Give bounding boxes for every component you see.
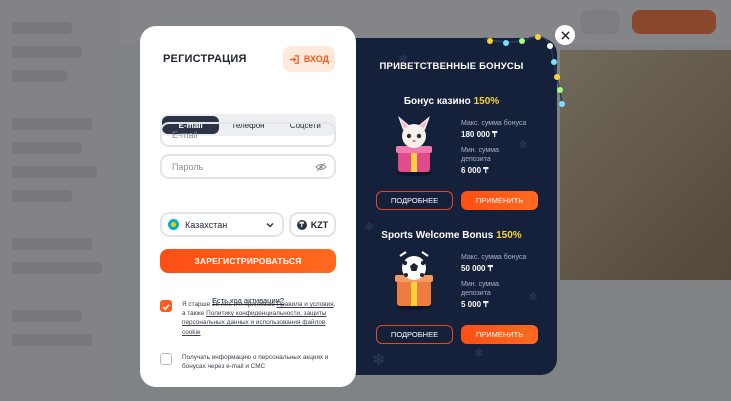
kazakhstan-flag-icon <box>168 219 179 230</box>
casino-bonus-apply-button[interactable]: ПРИМЕНИТЬ <box>461 191 538 210</box>
eye-off-icon[interactable] <box>315 161 327 173</box>
sports-bonus-title: Sports Welcome Bonus 150% <box>381 230 522 241</box>
max-bonus-value: 180 000 ₸ <box>461 130 498 139</box>
max-bonus-label: Макс. сумма бонуса <box>461 120 527 127</box>
country-value: Казахстан <box>185 219 228 230</box>
age-consent-checkbox[interactable] <box>160 300 172 312</box>
min-deposit-value: 5 000 ₸ <box>461 300 489 309</box>
snowflake-icon: ❄ <box>372 352 386 369</box>
sports-bonus-details-button[interactable]: ПОДРОБНЕЕ <box>376 325 453 344</box>
tenge-icon: ₸ <box>296 219 307 230</box>
password-placeholder: Пароль <box>172 161 204 172</box>
promo-consent-text: Получать информацию о персональных акция… <box>182 354 329 371</box>
login-icon <box>289 54 299 64</box>
currency-value: KZT <box>310 219 329 230</box>
gift-football-icon <box>395 251 433 310</box>
email-placeholder: E-mail <box>172 129 198 140</box>
country-select[interactable]: Казахстан <box>160 212 284 237</box>
registration-title: РЕГИСТРАЦИЯ <box>163 53 247 65</box>
password-field[interactable]: Пароль <box>160 154 336 179</box>
min-deposit-label: Мин. сумма <box>461 281 499 288</box>
email-field[interactable]: E-mail <box>160 122 336 147</box>
login-button[interactable]: ВХОД <box>283 46 335 72</box>
max-bonus-value: 50 000 ₸ <box>461 264 493 273</box>
checkmark-icon <box>162 304 170 311</box>
age-consent-text: Я старше 18 лет, и я принимаю Правила и … <box>182 301 336 336</box>
register-button[interactable]: ЗАРЕГИСТРИРОВАТЬСЯ <box>160 249 336 273</box>
promo-consent-checkbox[interactable] <box>160 353 172 365</box>
snowflake-icon: ❄ <box>528 290 539 304</box>
max-bonus-label: Макс. сумма бонуса <box>461 254 527 261</box>
chevron-down-icon <box>266 223 274 228</box>
min-deposit-label: депозита <box>461 156 491 163</box>
login-label: ВХОД <box>303 54 330 64</box>
min-deposit-label: Мин. сумма <box>461 147 499 154</box>
min-deposit-label: депозита <box>461 290 491 297</box>
registration-form: РЕГИСТРАЦИЯ ВХОД E-mail Телефон Соцсети … <box>140 26 356 387</box>
christmas-lights-decoration <box>483 34 565 107</box>
min-deposit-value: 6 000 ₸ <box>461 166 489 175</box>
snowflake-icon: ❄ <box>518 138 529 152</box>
terms-link[interactable]: Правила и условия <box>277 301 334 308</box>
casino-bonus-details-button[interactable]: ПОДРОБНЕЕ <box>376 191 453 210</box>
gift-cat-icon <box>396 116 432 176</box>
sports-bonus-apply-button[interactable]: ПРИМЕНИТЬ <box>461 325 538 344</box>
close-button[interactable] <box>555 25 575 45</box>
snowflake-icon: ❄ <box>474 346 485 360</box>
close-icon <box>560 30 570 40</box>
currency-select[interactable]: ₸ KZT <box>289 212 336 237</box>
